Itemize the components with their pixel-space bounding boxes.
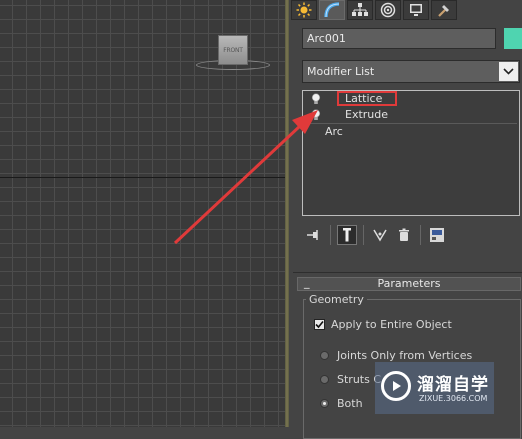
- viewcube-label: FRONT: [223, 46, 243, 54]
- toolbar-separator: [363, 225, 364, 245]
- toolbar-separator: [420, 225, 421, 245]
- stack-item-label: Lattice: [345, 92, 383, 105]
- hammer-icon: [438, 5, 449, 17]
- object-name-field[interactable]: Arc001: [302, 28, 496, 49]
- sun-icon: [296, 2, 312, 18]
- create-tab[interactable]: [291, 0, 317, 20]
- radio-button[interactable]: [320, 351, 329, 360]
- collapse-icon: _: [304, 276, 310, 289]
- modifier-list-dropdown[interactable]: Modifier List: [302, 60, 520, 83]
- lightbulb-icon[interactable]: [311, 109, 321, 121]
- radio-button-selected[interactable]: [320, 399, 329, 408]
- stack-item-lattice[interactable]: Lattice: [303, 91, 519, 107]
- checkbox-box[interactable]: [314, 319, 325, 330]
- radio-both-label: Both: [337, 397, 363, 410]
- motion-tab[interactable]: [375, 0, 401, 20]
- stack-toolbar: [304, 224, 451, 246]
- rollout-title: Parameters: [377, 277, 441, 290]
- pin-icon: [307, 230, 318, 240]
- make-unique-icon: [373, 229, 387, 242]
- watermark-title: 溜溜自学: [417, 375, 489, 395]
- watermark-url: ZIXUE.3066.COM: [419, 394, 488, 403]
- geometry-group-title: Geometry: [306, 293, 367, 306]
- modifier-list-label: Modifier List: [307, 65, 375, 78]
- pin-stack-button[interactable]: [304, 225, 324, 245]
- configure-modifier-sets-button[interactable]: [427, 225, 447, 245]
- stack-base-label: Arc: [325, 125, 343, 138]
- monitor-icon: [410, 4, 422, 16]
- checkmark-icon: [315, 320, 324, 329]
- modify-tab[interactable]: [319, 0, 345, 20]
- watermark: 溜溜自学 ZIXUE.3066.COM: [375, 362, 494, 414]
- horizon-axis-line: [0, 177, 285, 178]
- hierarchy-tab[interactable]: [347, 0, 373, 20]
- parameters-rollout-header[interactable]: _ Parameters: [297, 277, 521, 291]
- stack-item-extrude[interactable]: Extrude: [303, 107, 519, 123]
- apply-entire-object-label: Apply to Entire Object: [331, 318, 452, 331]
- radio-both[interactable]: Both: [320, 397, 363, 410]
- bend-icon: [324, 2, 340, 18]
- object-color-swatch[interactable]: [504, 28, 522, 49]
- display-tab[interactable]: [403, 0, 429, 20]
- command-panel-tabs: [291, 0, 459, 20]
- play-logo-icon: [381, 371, 411, 401]
- modifier-stack: Lattice Extrude Arc: [302, 90, 520, 216]
- viewport-front[interactable]: FRONT: [0, 0, 285, 427]
- radio-joints-label: Joints Only from Vertices: [337, 349, 473, 362]
- motion-icon: [380, 2, 396, 18]
- end-result-icon: [343, 228, 351, 242]
- object-name-value: Arc001: [307, 32, 346, 45]
- hierarchy-icon: [352, 3, 368, 16]
- chevron-down-icon: [503, 68, 514, 75]
- trash-icon: [399, 228, 409, 241]
- stack-item-label: Extrude: [345, 108, 389, 121]
- stack-item-arc[interactable]: Arc: [303, 124, 519, 140]
- configure-icon: [430, 228, 444, 242]
- show-end-result-button[interactable]: [337, 225, 357, 245]
- viewcube[interactable]: FRONT: [218, 35, 248, 65]
- radio-struts[interactable]: Struts C: [320, 373, 381, 386]
- toolbar-separator: [330, 225, 331, 245]
- radio-button[interactable]: [320, 375, 329, 384]
- remove-modifier-button[interactable]: [394, 225, 414, 245]
- utilities-tab[interactable]: [431, 0, 457, 20]
- lightbulb-icon[interactable]: [311, 93, 321, 105]
- make-unique-button[interactable]: [370, 225, 390, 245]
- apply-entire-object-checkbox[interactable]: Apply to Entire Object: [314, 318, 452, 331]
- dropdown-button[interactable]: [499, 62, 518, 81]
- radio-joints-only[interactable]: Joints Only from Vertices: [320, 349, 472, 362]
